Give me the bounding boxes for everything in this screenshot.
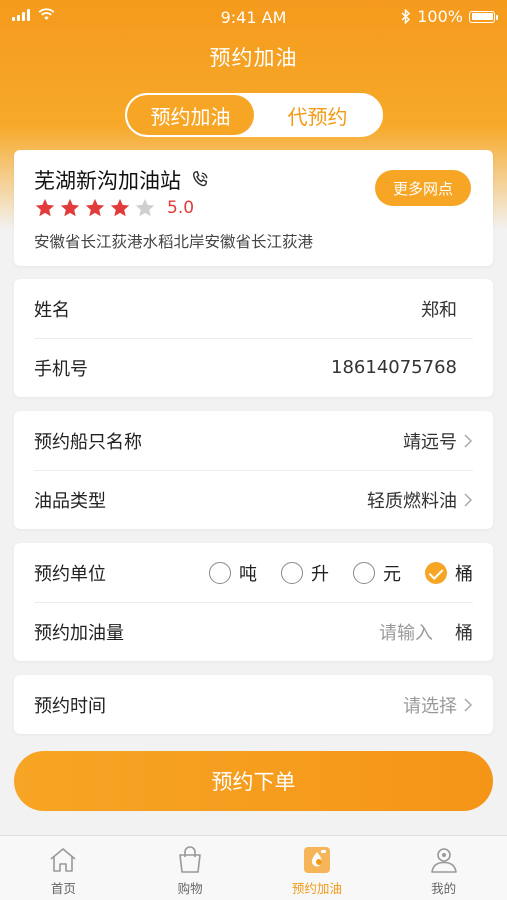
tab-bar: 首页 购物 预约加油 我的 <box>0 835 507 900</box>
contact-card: 姓名 郑和 手机号 18614075768 <box>14 279 493 397</box>
rating-score: 5.0 <box>167 198 195 218</box>
unit-option-barrel[interactable]: 桶 <box>425 560 473 586</box>
quantity-input-group: 请输入 桶 <box>379 619 473 645</box>
ship-name-label: 预约船只名称 <box>34 431 142 453</box>
phone-icon[interactable] <box>189 169 211 191</box>
quantity-row: 预约加油量 请输入 桶 <box>34 602 473 661</box>
submit-order-button[interactable]: 预约下单 <box>14 751 493 811</box>
quantity-input[interactable]: 请输入 <box>379 619 433 645</box>
star-empty-icon <box>135 198 155 217</box>
phone-label: 手机号 <box>34 358 88 380</box>
quantity-unit: 桶 <box>455 622 473 644</box>
station-rating: 5.0 <box>34 197 194 219</box>
tab-reserve-fuel[interactable]: 预约加油 <box>254 836 381 900</box>
star-filled-icon <box>60 198 80 217</box>
name-value[interactable]: 郑和 <box>421 296 457 322</box>
unit-row: 预约单位 吨 升 元 桶 <box>34 543 473 602</box>
time-placeholder: 请选择 <box>403 695 457 717</box>
chevron-right-icon <box>464 433 473 448</box>
station-card: 芜湖新沟加油站 5.0 安徽省长江荻港水稻北岸安徽省长江荻港 更多网点 <box>14 150 493 266</box>
tab-profile[interactable]: 我的 <box>380 836 507 900</box>
unit-option-label: 吨 <box>239 563 257 585</box>
star-filled-icon <box>35 198 55 217</box>
unit-option-liter[interactable]: 升 <box>281 560 329 586</box>
phone-row[interactable]: 手机号 18614075768 <box>34 338 473 397</box>
station-name: 芜湖新沟加油站 <box>34 169 181 193</box>
tab-label: 购物 <box>177 881 203 896</box>
oil-type-selector[interactable]: 轻质燃料油 <box>367 487 473 513</box>
ship-name-value: 靖远号 <box>403 431 457 453</box>
more-stations-button[interactable]: 更多网点 <box>375 170 471 206</box>
time-row[interactable]: 预约时间 请选择 <box>34 675 473 734</box>
name-row[interactable]: 姓名 郑和 <box>34 279 473 338</box>
fuel-reserve-icon <box>303 847 330 873</box>
name-label: 姓名 <box>34 299 70 321</box>
phone-value[interactable]: 18614075768 <box>331 357 457 378</box>
unit-option-label: 桶 <box>455 563 473 585</box>
segment-proxy-reserve[interactable]: 代预约 <box>254 95 381 135</box>
station-name-row: 芜湖新沟加油站 <box>34 165 211 195</box>
radio-checked-icon <box>425 561 447 584</box>
time-card: 预约时间 请选择 <box>14 675 493 734</box>
status-right: 100% <box>401 7 498 26</box>
tab-shopping[interactable]: 购物 <box>127 836 254 900</box>
unit-radio-group: 吨 升 元 桶 <box>185 560 473 586</box>
unit-option-label: 升 <box>311 563 329 585</box>
star-filled-icon <box>85 198 105 217</box>
tab-label: 首页 <box>50 881 76 896</box>
ship-card: 预约船只名称 靖远号 油品类型 轻质燃料油 <box>14 411 493 529</box>
home-icon <box>50 848 76 872</box>
page-title: 预约加油 <box>209 46 298 70</box>
time-selector[interactable]: 请选择 <box>403 692 473 718</box>
profile-icon <box>430 848 457 873</box>
oil-type-row[interactable]: 油品类型 轻质燃料油 <box>34 470 473 529</box>
quantity-label: 预约加油量 <box>34 622 124 644</box>
bluetooth-icon <box>401 9 411 24</box>
unit-option-ton[interactable]: 吨 <box>209 560 257 586</box>
unit-label: 预约单位 <box>34 563 106 585</box>
ship-name-selector[interactable]: 靖远号 <box>403 428 473 454</box>
segment-reserve-fuel[interactable]: 预约加油 <box>127 95 254 135</box>
battery-percent: 100% <box>417 7 463 26</box>
radio-unchecked-icon <box>209 561 231 584</box>
oil-type-value: 轻质燃料油 <box>367 490 457 512</box>
chevron-right-icon <box>464 697 473 712</box>
status-bar: 9:41 AM 100% <box>0 0 507 34</box>
oil-type-label: 油品类型 <box>34 490 106 512</box>
tab-label: 预约加油 <box>291 881 342 896</box>
battery-icon <box>469 10 498 23</box>
chevron-right-icon <box>464 492 473 507</box>
shopping-bag-icon <box>179 846 201 873</box>
tab-label: 我的 <box>431 881 457 896</box>
ship-name-row[interactable]: 预约船只名称 靖远号 <box>34 411 473 470</box>
radio-unchecked-icon <box>281 561 303 584</box>
time-label: 预约时间 <box>34 695 106 717</box>
station-address: 安徽省长江荻港水稻北岸安徽省长江荻港 <box>34 233 314 251</box>
mode-segmented-control: 预约加油 代预约 <box>125 93 383 137</box>
amount-card: 预约单位 吨 升 元 桶 预约加油量 请输入 桶 <box>14 543 493 661</box>
radio-unchecked-icon <box>353 561 375 584</box>
star-filled-icon <box>110 198 130 217</box>
unit-option-yuan[interactable]: 元 <box>353 560 401 586</box>
tab-home[interactable]: 首页 <box>0 836 127 900</box>
unit-option-label: 元 <box>383 563 401 585</box>
